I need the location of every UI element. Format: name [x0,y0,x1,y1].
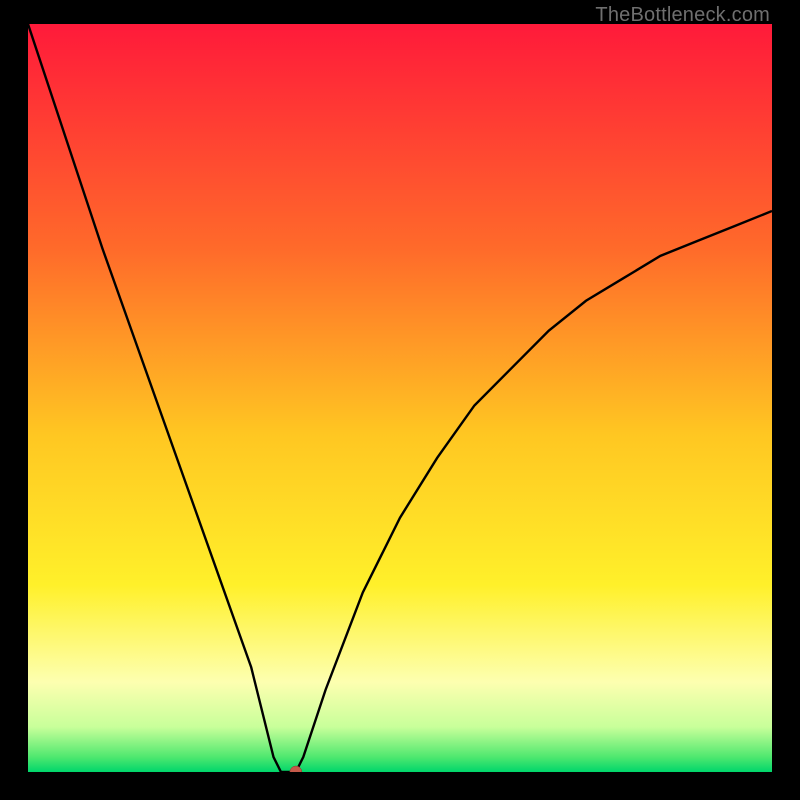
chart-frame [28,24,772,772]
gradient-background [28,24,772,772]
bottleneck-chart [28,24,772,772]
